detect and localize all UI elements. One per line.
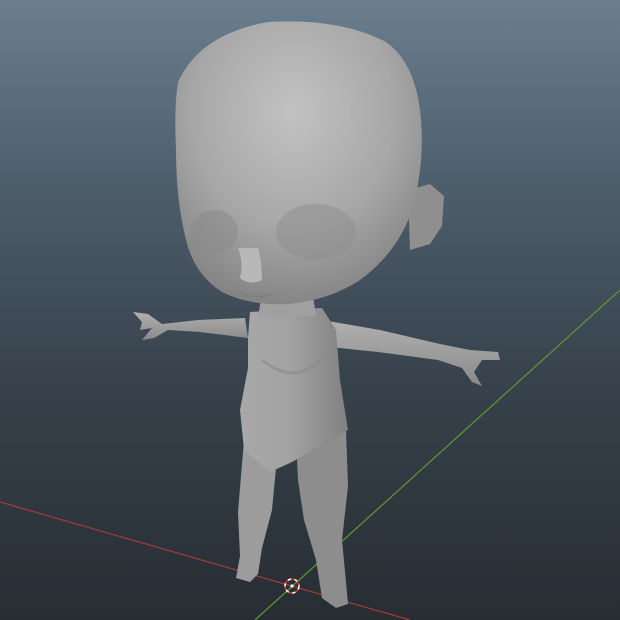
model-head [175,21,422,305]
x-axis-line [0,501,411,620]
3d-cursor-icon[interactable] [284,578,300,594]
model-right-arm [320,320,500,386]
3d-viewport[interactable] [0,0,620,620]
viewport-canvas[interactable] [0,0,620,620]
model-nose [238,248,262,283]
model-left-eye-socket [190,210,238,254]
model-right-eye-socket [276,204,356,260]
model-left-arm [133,312,248,340]
character-model[interactable] [133,21,500,608]
model-right-leg [296,430,348,608]
